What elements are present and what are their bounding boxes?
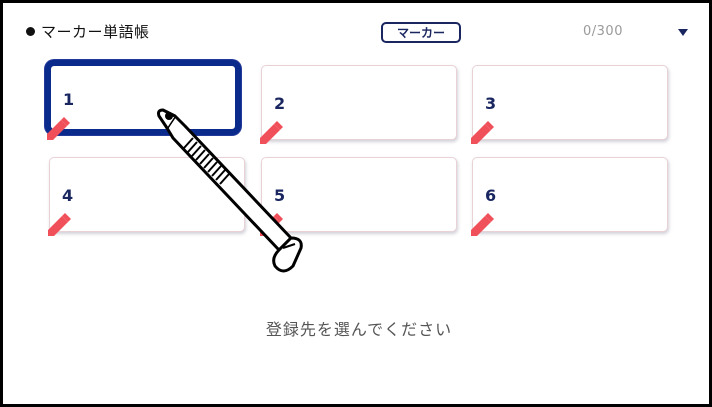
screen: マーカー単語帳 マーカー 0/300 1 2 3 4 5 6 登録先を選んでくだ… [0,0,712,407]
mode-button-label: マーカー [396,26,445,40]
mode-button[interactable]: マーカー [381,22,461,43]
word-count: 0/300 [583,24,623,39]
slot-number: 1 [63,90,75,109]
marker-icon [471,213,494,236]
stylus-pointer-icon [157,108,303,273]
slot-3[interactable]: 3 [471,65,668,144]
marker-icon [47,117,70,140]
dropdown-triangle-icon[interactable] [678,29,688,36]
slot-number: 3 [485,94,497,113]
marker-icon [471,121,494,144]
instruction-text: 登録先を選んでください [265,320,453,339]
slot-number: 6 [485,186,497,205]
marker-icon [48,213,71,236]
page-title: マーカー単語帳 [41,23,150,41]
bullet-dot-icon [26,27,35,36]
slot-number: 4 [62,186,74,205]
slot-6[interactable]: 6 [471,157,668,236]
